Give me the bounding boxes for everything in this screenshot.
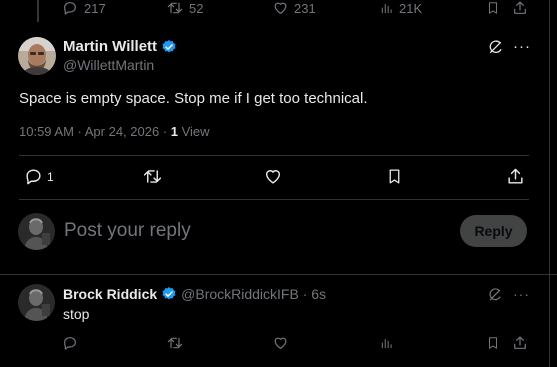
divider [0,274,557,275]
prev-like-count: 231 [294,0,316,16]
bookmark-icon[interactable] [486,335,500,351]
views-icon[interactable] [380,335,394,351]
reply-icon[interactable] [62,335,78,351]
reply-text: stop [63,306,90,322]
reply-actions [62,335,532,353]
reply-author-row: Brock Riddick @BrockRiddickIFB · 6s [63,286,326,302]
composer-avatar [18,213,55,250]
prev-retweet-button[interactable]: 52 [166,0,203,16]
author-name-row: Martin Willett [63,38,177,55]
reply-icon [26,169,41,185]
reply-icon [64,2,76,15]
reply-handle[interactable]: @BrockRiddickIFB [181,286,299,302]
grok-icon[interactable] [487,39,504,56]
views-label: View [178,124,210,139]
retweet-icon [167,2,183,14]
tweet-meta: 10:59 AM · Apr 24, 2026 · 1 View [19,124,210,139]
views-count: 1 [170,124,178,139]
heart-icon[interactable] [263,167,283,186]
thread-line [37,0,39,22]
share-icon[interactable] [512,0,528,16]
retweet-icon[interactable] [142,167,163,186]
more-icon[interactable]: ··· [513,38,531,55]
views-icon [381,3,392,14]
tweet-text: Space is empty space. Stop me if I get t… [19,90,368,107]
divider [19,155,529,156]
reply-count: 1 [47,169,54,184]
share-icon[interactable] [512,335,528,351]
heart-icon[interactable] [272,335,289,351]
divider [19,199,529,200]
column-border [549,0,550,367]
prev-tweet-actions: 217 52 231 21K [62,0,532,18]
reply-button[interactable]: Reply [460,215,527,247]
bookmark-icon[interactable] [486,0,500,16]
more-icon[interactable]: ··· [513,286,530,302]
handle[interactable]: @WillettMartin [63,57,154,73]
display-name[interactable]: Martin Willett [63,38,157,55]
prev-views-button[interactable]: 21K [380,0,422,16]
reply-display-name[interactable]: Brock Riddick [63,286,157,302]
prev-like-button[interactable]: 231 [272,0,316,16]
bookmark-icon[interactable] [386,167,403,186]
prev-retweet-count: 52 [189,0,204,16]
prev-reply-count: 217 [84,0,106,16]
reply-time[interactable]: · 6s [299,286,326,302]
grok-icon[interactable] [487,287,503,303]
avatar[interactable] [18,37,56,75]
verified-badge-icon [162,287,176,300]
share-icon[interactable] [506,167,525,186]
prev-reply-button[interactable]: 217 [62,0,106,16]
reply-button-label: Reply [474,223,513,239]
reply-button[interactable]: 1 [24,167,54,186]
retweet-icon[interactable] [166,335,184,351]
tweet-timestamp[interactable]: 10:59 AM · Apr 24, 2026 · [19,124,171,139]
reply-input[interactable]: Post your reply [64,220,191,242]
prev-views-count: 21K [399,0,423,16]
reply-avatar[interactable] [18,284,55,321]
verified-badge-icon [162,39,176,52]
tweet-actions: 1 [24,167,529,189]
heart-icon [274,2,287,14]
